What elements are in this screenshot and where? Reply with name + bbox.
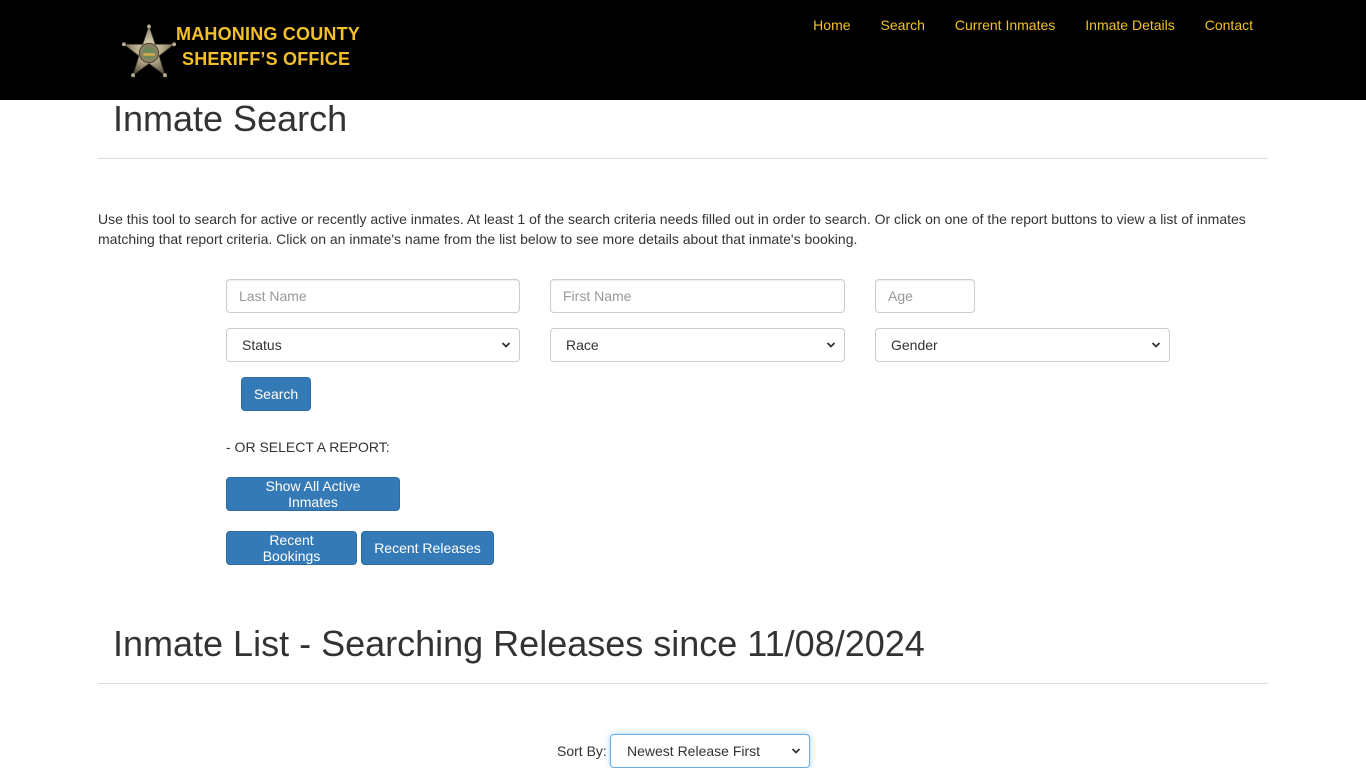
report-section-label: - OR SELECT A REPORT: <box>226 439 390 455</box>
list-title-divider <box>98 683 1268 684</box>
sort-by-label: Sort By: <box>557 743 607 759</box>
chevron-down-icon <box>1151 342 1161 348</box>
top-navbar: MAHONING COUNTY SHERIFF’S OFFICE Home Se… <box>0 0 1366 100</box>
title-divider <box>98 158 1268 159</box>
chevron-down-icon <box>791 748 801 754</box>
last-name-input[interactable] <box>226 279 520 313</box>
brand-title-line1: MAHONING COUNTY <box>176 24 360 44</box>
nav-search[interactable]: Search <box>866 17 940 33</box>
sort-by-select-value: Newest Release First <box>627 743 761 759</box>
show-all-active-inmates-button[interactable]: Show All Active Inmates <box>226 477 400 511</box>
page-title: Inmate Search <box>113 98 348 139</box>
age-input[interactable] <box>875 279 975 313</box>
race-select[interactable]: Race <box>550 328 845 362</box>
nav-home[interactable]: Home <box>798 17 865 33</box>
nav-current-inmates[interactable]: Current Inmates <box>940 17 1070 33</box>
gender-select-value: Gender <box>891 337 938 353</box>
nav-inmate-details[interactable]: Inmate Details <box>1070 17 1189 33</box>
nav-contact[interactable]: Contact <box>1190 17 1268 33</box>
brand-logo-link[interactable]: MAHONING COUNTY SHERIFF’S OFFICE <box>120 22 360 82</box>
search-button[interactable]: Search <box>241 377 311 411</box>
recent-releases-button[interactable]: Recent Releases <box>361 531 494 565</box>
status-select[interactable]: Status <box>226 328 520 362</box>
chevron-down-icon <box>501 342 511 348</box>
sort-by-select[interactable]: Newest Release First <box>610 734 810 768</box>
brand-title-line2: SHERIFF’S OFFICE <box>182 49 351 69</box>
first-name-input[interactable] <box>550 279 845 313</box>
search-instructions: Use this tool to search for active or re… <box>98 211 1246 247</box>
chevron-down-icon <box>826 342 836 348</box>
gender-select[interactable]: Gender <box>875 328 1170 362</box>
status-select-value: Status <box>242 337 282 353</box>
recent-bookings-button[interactable]: Recent Bookings <box>226 531 357 565</box>
sheriff-star-badge-icon <box>121 24 177 78</box>
inmate-list-title: Inmate List - Searching Releases since 1… <box>113 623 925 664</box>
race-select-value: Race <box>566 337 599 353</box>
main-nav: Home Search Current Inmates Inmate Detai… <box>798 17 1268 33</box>
